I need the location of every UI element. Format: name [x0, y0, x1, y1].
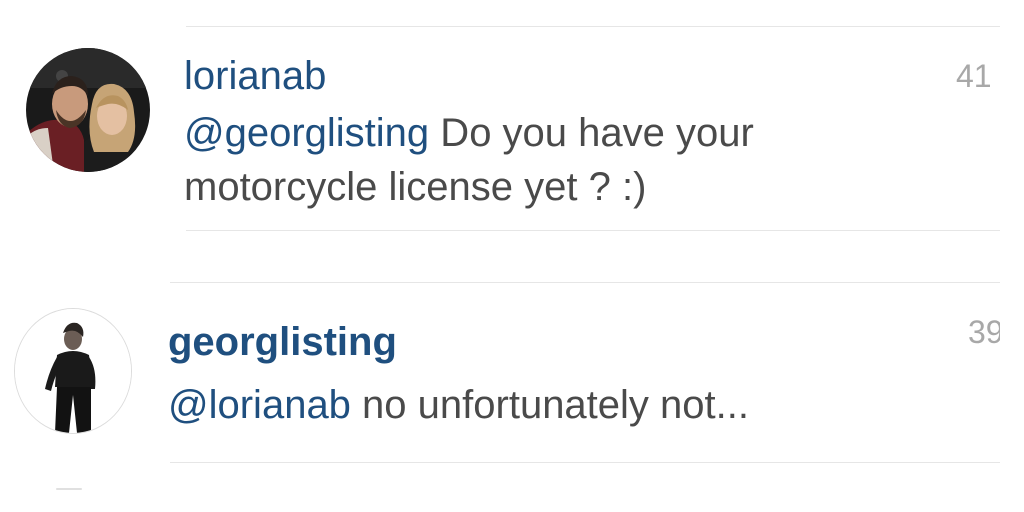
- next-avatar-edge: [56, 488, 82, 490]
- profile-photo-icon: [15, 309, 131, 433]
- comment-divider: [170, 462, 1000, 463]
- comment-mention[interactable]: @lorianab: [168, 383, 351, 427]
- comment-text-line: @lorianab no unfortunately not...: [168, 378, 749, 432]
- screen-edge: [1000, 0, 1024, 512]
- comment-username[interactable]: georglisting: [168, 320, 397, 364]
- comment-text: no unfortunately not...: [350, 383, 749, 427]
- comment-item: georglisting 39 @lorianab no unfortunate…: [0, 0, 1024, 512]
- avatar[interactable]: [14, 308, 132, 434]
- comments-screen: lorianab 41 @georglisting Do you have yo…: [0, 0, 1024, 512]
- comment-timestamp: 39: [968, 314, 1004, 350]
